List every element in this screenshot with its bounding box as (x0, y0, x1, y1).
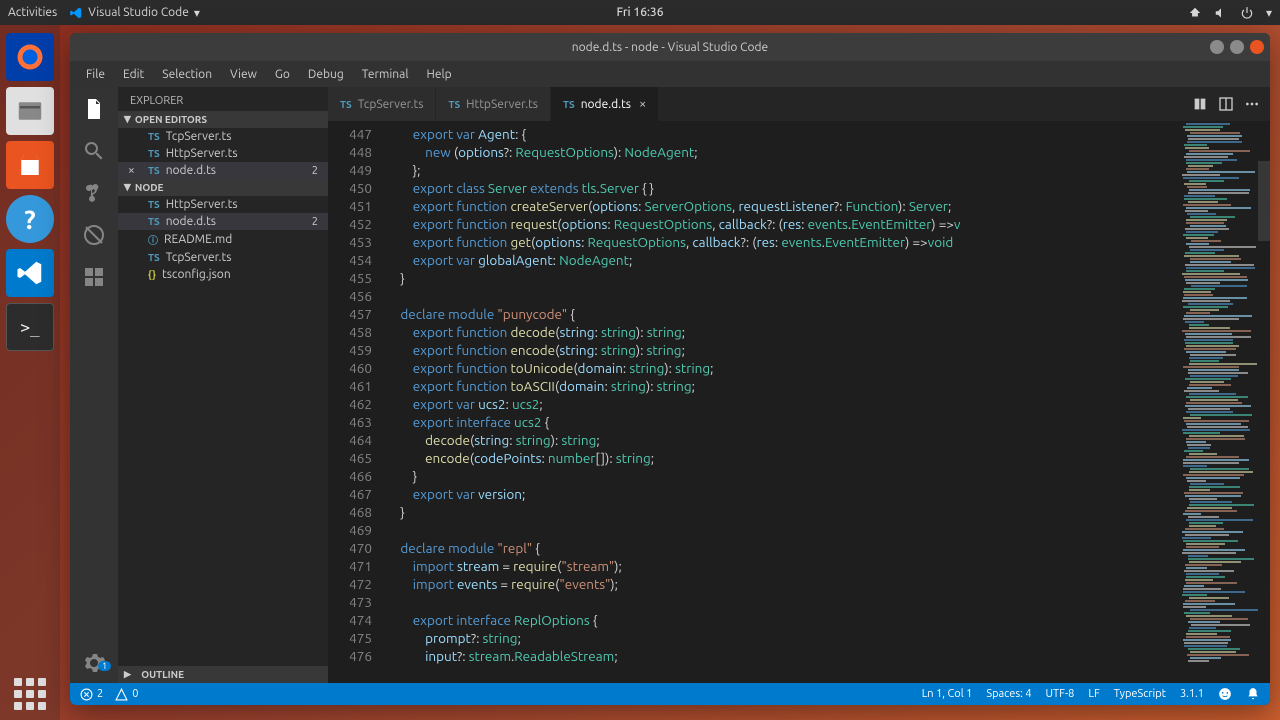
file-type-icon: {} (148, 269, 156, 280)
file-item[interactable]: ⓘREADME.md (118, 230, 328, 249)
search-icon[interactable] (82, 139, 106, 163)
menu-selection[interactable]: Selection (154, 65, 220, 84)
file-type-icon: ⓘ (148, 232, 158, 247)
close-button[interactable] (1250, 40, 1264, 54)
status-encoding[interactable]: UTF-8 (1046, 688, 1075, 700)
clock[interactable]: Fri 16:36 (617, 6, 664, 19)
source-control-icon[interactable] (82, 181, 106, 205)
menu-terminal[interactable]: Terminal (354, 65, 417, 84)
menu-debug[interactable]: Debug (300, 65, 352, 84)
more-icon[interactable] (1244, 96, 1260, 112)
file-item[interactable]: TSnode.d.ts2 (118, 213, 328, 230)
editor-tab[interactable]: TSnode.d.ts× (551, 87, 659, 121)
volume-icon[interactable] (1214, 6, 1228, 20)
compare-icon[interactable] (1192, 96, 1208, 112)
ubuntu-dock: ? >_ (0, 25, 60, 720)
feedback-icon[interactable] (1218, 687, 1232, 701)
close-icon[interactable]: × (128, 164, 135, 177)
minimize-button[interactable] (1210, 40, 1224, 54)
file-type-icon: TS (148, 165, 160, 176)
window-title: node.d.ts - node - Visual Studio Code (572, 41, 768, 54)
tab-close-icon[interactable]: × (639, 97, 646, 111)
dock-help[interactable]: ? (6, 195, 54, 243)
file-type-icon: TS (448, 99, 460, 110)
maximize-button[interactable] (1230, 40, 1244, 54)
minimap-scrollbar[interactable] (1258, 161, 1270, 241)
file-type-icon: TS (148, 199, 160, 210)
system-menu-arrow[interactable]: ▾ (1266, 6, 1272, 20)
status-errors[interactable]: 2 (80, 688, 103, 701)
dock-software[interactable] (6, 141, 54, 189)
window-titlebar[interactable]: node.d.ts - node - Visual Studio Code (70, 33, 1270, 61)
open-editor-item[interactable]: TSHttpServer.ts (118, 145, 328, 162)
code-content[interactable]: export var Agent: { new (options?: Reque… (388, 121, 1180, 683)
open-editors-header[interactable]: ▶OPEN EDITORS (118, 111, 328, 128)
dock-files[interactable] (6, 87, 54, 135)
explorer-sidebar: EXPLORER ▶OPEN EDITORS TSTcpServer.tsTSH… (118, 87, 328, 683)
menu-help[interactable]: Help (418, 65, 459, 84)
split-editor-icon[interactable] (1218, 96, 1234, 112)
network-icon[interactable] (1188, 6, 1202, 20)
editor-tabs: TSTcpServer.tsTSHttpServer.tsTSnode.d.ts… (328, 87, 1270, 121)
explorer-icon[interactable] (82, 97, 106, 121)
status-language[interactable]: TypeScript (1114, 688, 1166, 700)
app-indicator[interactable]: Visual Studio Code ▾ (69, 6, 200, 20)
file-type-icon: TS (148, 216, 160, 227)
status-warnings[interactable]: 0 (115, 688, 138, 701)
dock-terminal[interactable]: >_ (6, 303, 54, 351)
file-item[interactable]: {}tsconfig.json (118, 266, 328, 283)
file-type-icon: TS (148, 131, 160, 142)
menu-file[interactable]: File (78, 65, 113, 84)
file-item[interactable]: TSHttpServer.ts (118, 196, 328, 213)
dock-firefox[interactable] (6, 33, 54, 81)
explorer-title: EXPLORER (118, 87, 328, 111)
dock-apps-grid[interactable] (14, 678, 46, 710)
bell-icon[interactable] (1246, 687, 1260, 701)
file-type-icon: TS (148, 148, 160, 159)
debug-icon[interactable] (82, 223, 106, 247)
editor-tab[interactable]: TSHttpServer.ts (436, 87, 551, 121)
status-eol[interactable]: LF (1088, 688, 1099, 700)
vscode-window: node.d.ts - node - Visual Studio Code Fi… (70, 33, 1270, 705)
gear-badge: 1 (98, 661, 111, 671)
vscode-icon (69, 6, 83, 20)
power-icon[interactable] (1240, 6, 1254, 20)
outline-header[interactable]: ▶ OUTLINE (118, 666, 328, 683)
editor-area: TSTcpServer.tsTSHttpServer.tsTSnode.d.ts… (328, 87, 1270, 683)
line-gutter: 4474484494504514524534544554564574584594… (328, 121, 388, 683)
activity-bar: 1 (70, 87, 118, 683)
extensions-icon[interactable] (82, 265, 106, 289)
menu-go[interactable]: Go (267, 65, 298, 84)
file-type-icon: TS (148, 252, 160, 263)
file-type-icon: TS (340, 99, 352, 110)
status-ts-version[interactable]: 3.1.1 (1180, 688, 1204, 700)
minimap[interactable] (1180, 121, 1270, 683)
menu-bar: FileEditSelectionViewGoDebugTerminalHelp (70, 61, 1270, 87)
project-header[interactable]: ▶NODE (118, 179, 328, 196)
status-spaces[interactable]: Spaces: 4 (986, 688, 1031, 700)
activities-button[interactable]: Activities (8, 6, 57, 19)
open-editor-item[interactable]: ×TSnode.d.ts2 (118, 162, 328, 179)
file-item[interactable]: TSTcpServer.ts (118, 249, 328, 266)
file-type-icon: TS (563, 99, 575, 110)
menu-edit[interactable]: Edit (115, 65, 152, 84)
status-cursor[interactable]: Ln 1, Col 1 (922, 688, 973, 700)
open-editor-item[interactable]: TSTcpServer.ts (118, 128, 328, 145)
menu-view[interactable]: View (222, 65, 265, 84)
dock-vscode[interactable] (6, 249, 54, 297)
status-bar: 2 0 Ln 1, Col 1 Spaces: 4 UTF-8 LF TypeS… (70, 683, 1270, 705)
ubuntu-top-bar: Activities Visual Studio Code ▾ Fri 16:3… (0, 0, 1280, 25)
editor-tab[interactable]: TSTcpServer.ts (328, 87, 436, 121)
